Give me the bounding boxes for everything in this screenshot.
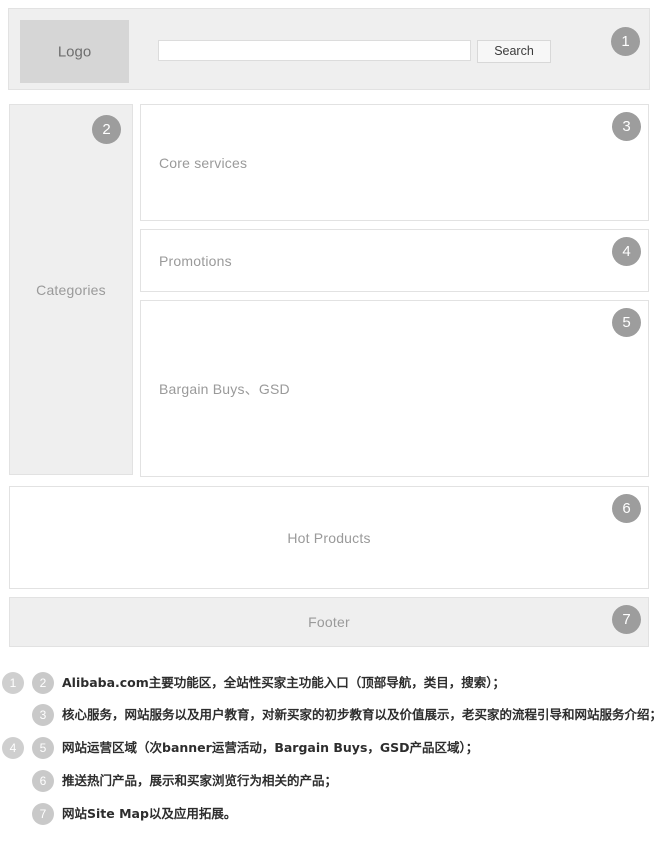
callout-badge-1: 1	[611, 27, 640, 56]
footer-label: Footer	[308, 614, 350, 630]
footer-panel[interactable]: Footer 7	[9, 597, 649, 647]
logo-placeholder: Logo	[20, 20, 129, 83]
legend-badge-3: 3	[32, 704, 54, 726]
bargain-buys-gsd-panel[interactable]: Bargain Buys、GSD 5	[140, 300, 649, 477]
legend-annotations: 1 2 Alibaba.com主要功能区，全站性买家主功能入口（顶部导航，类目，…	[0, 668, 658, 862]
core-services-panel[interactable]: Core services 3	[140, 104, 649, 221]
legend-badge-7: 7	[32, 803, 54, 825]
hot-products-panel[interactable]: Hot Products 6	[9, 486, 649, 589]
core-services-label: Core services	[159, 154, 248, 171]
promotions-label: Promotions	[159, 252, 232, 269]
legend-badge-4: 4	[2, 737, 24, 759]
legend-item: 1 2 Alibaba.com主要功能区，全站性买家主功能入口（顶部导航，类目，…	[0, 668, 658, 698]
legend-text: 网站Site Map以及应用拓展。	[62, 806, 237, 821]
logo-label: Logo	[57, 43, 92, 60]
legend-badge-1: 1	[2, 672, 24, 694]
callout-badge-2: 2	[92, 115, 121, 144]
callout-badge-7: 7	[612, 605, 641, 634]
legend-item: 6 推送热门产品，展示和买家浏览行为相关的产品；	[0, 766, 658, 796]
callout-badge-6: 6	[612, 494, 641, 523]
legend-item: 4 5 网站运营区域（次banner运营活动，Bargain Buys，GSD产…	[0, 733, 658, 763]
search-input[interactable]	[158, 40, 471, 61]
categories-sidebar[interactable]: Categories 2	[9, 104, 133, 475]
search-button[interactable]: Search	[477, 40, 551, 63]
wireframe-mockup: Logo Search 1 Categories 2 Core services…	[8, 8, 650, 647]
hot-products-label: Hot Products	[287, 529, 371, 546]
legend-item: 3 核心服务，网站服务以及用户教育，对新买家的初步教育以及价值展示，老买家的流程…	[0, 700, 658, 730]
legend-badge-6: 6	[32, 770, 54, 792]
legend-text: 核心服务，网站服务以及用户教育，对新买家的初步教育以及价值展示，老买家的流程引导…	[62, 707, 658, 722]
legend-item: 7 网站Site Map以及应用拓展。	[0, 799, 658, 829]
bargain-buys-gsd-label: Bargain Buys、GSD	[159, 380, 290, 397]
categories-label: Categories	[36, 281, 106, 298]
callout-badge-4: 4	[612, 237, 641, 266]
callout-badge-3: 3	[612, 112, 641, 141]
legend-badge-2: 2	[32, 672, 54, 694]
legend-text: Alibaba.com主要功能区，全站性买家主功能入口（顶部导航，类目，搜索）；	[62, 675, 506, 690]
legend-text: 推送热门产品，展示和买家浏览行为相关的产品；	[62, 773, 338, 788]
header-region: Logo Search 1	[8, 8, 650, 90]
callout-badge-5: 5	[612, 308, 641, 337]
promotions-panel[interactable]: Promotions 4	[140, 229, 649, 292]
legend-badge-5: 5	[32, 737, 54, 759]
legend-text: 网站运营区域（次banner运营活动，Bargain Buys，GSD产品区域）…	[62, 740, 479, 755]
